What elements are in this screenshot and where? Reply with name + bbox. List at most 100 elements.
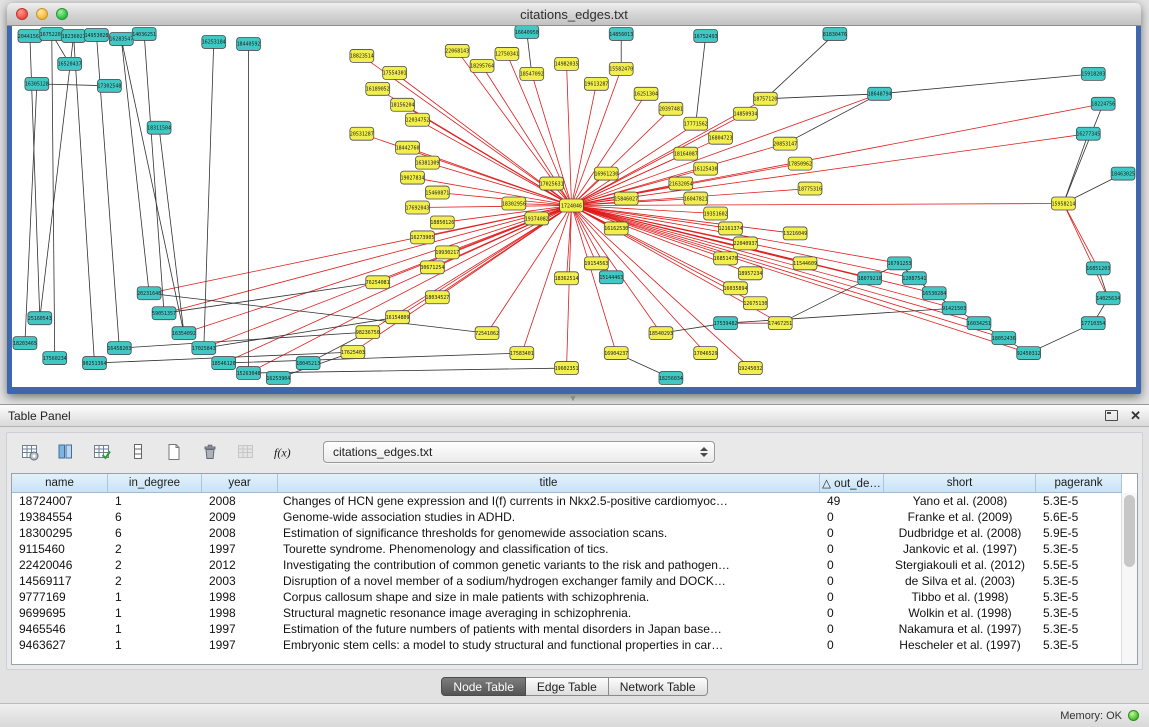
column-header-short[interactable]: short: [884, 474, 1036, 492]
close-panel-icon[interactable]: ✕: [1130, 409, 1141, 422]
new-column-button[interactable]: [161, 439, 187, 465]
column-header-pagerank[interactable]: pagerank: [1036, 474, 1122, 492]
function-builder-button[interactable]: f(x): [269, 439, 295, 465]
minimize-window-button[interactable]: [36, 8, 48, 20]
graph-edge[interactable]: [572, 134, 1089, 206]
graph-edge[interactable]: [765, 94, 879, 99]
window-titlebar[interactable]: citations_edges.txt: [7, 3, 1141, 26]
cell-title: Structural magnetic resonance image aver…: [278, 605, 820, 621]
close-window-button[interactable]: [16, 8, 28, 20]
cell-out_degree: 0: [820, 605, 884, 621]
table-row[interactable]: 1872400712008Changes of HCN gene express…: [12, 493, 1122, 509]
table-row[interactable]: 977716911998Corpus callosum shape and si…: [12, 589, 1122, 605]
tab-node-table[interactable]: Node Table: [441, 677, 526, 696]
table-row[interactable]: 2242004622012Investigating the contribut…: [12, 557, 1122, 573]
window-controls: [16, 8, 68, 20]
graph-edge[interactable]: [726, 308, 955, 323]
graph-node-label: 17025631: [540, 181, 564, 187]
graph-edge[interactable]: [567, 64, 572, 206]
graph-edge[interactable]: [164, 282, 378, 313]
graph-edge[interactable]: [1063, 204, 1098, 269]
cell-year: 2003: [202, 573, 278, 589]
column-header-in_degree[interactable]: in_degree: [108, 474, 202, 492]
graph-edge[interactable]: [224, 353, 522, 363]
graph-edge[interactable]: [121, 39, 149, 293]
graph-node-label: 20397481: [659, 107, 683, 113]
network-view[interactable]: 1724046188235141755430116189052181562041…: [12, 26, 1136, 387]
graph-node-label: 19245032: [738, 366, 762, 372]
edit-columns-button[interactable]: [89, 439, 115, 465]
row-height-button[interactable]: [125, 439, 151, 465]
graph-node-label: 19930217: [435, 250, 459, 256]
graph-edge[interactable]: [144, 34, 164, 313]
table-row[interactable]: 911546021997Tourette syndrome. Phenomeno…: [12, 541, 1122, 557]
table-selector-dropdown[interactable]: citations_edges.txt: [323, 441, 715, 463]
graph-edge[interactable]: [572, 104, 1104, 206]
graph-node-label: 18957234: [738, 271, 762, 277]
graph-edge[interactable]: [567, 206, 572, 369]
graph-edge[interactable]: [1063, 204, 1108, 299]
cell-in_degree: 2: [108, 541, 202, 557]
graph-edge[interactable]: [119, 332, 367, 348]
tab-edge-table[interactable]: Edge Table: [526, 677, 609, 696]
column-header-out_degree[interactable]: △ out_de…: [820, 474, 884, 492]
column-header-year[interactable]: year: [202, 474, 278, 492]
graph-edge[interactable]: [1063, 104, 1103, 204]
graph-node-label: 18442760: [396, 145, 420, 151]
show-columns-button[interactable]: [53, 439, 79, 465]
graph-node-label: 90251364: [83, 361, 107, 367]
graph-edge[interactable]: [149, 206, 571, 294]
table-row[interactable]: 946554611997Estimation of the future num…: [12, 621, 1122, 637]
delete-column-button[interactable]: [197, 439, 223, 465]
graph-node-label: 18156204: [391, 103, 415, 109]
cell-out_degree: 0: [820, 637, 884, 653]
graph-edge[interactable]: [25, 84, 37, 343]
graph-edge[interactable]: [159, 128, 184, 333]
graph-edge[interactable]: [164, 206, 571, 314]
graph-edge[interactable]: [696, 36, 706, 124]
column-header-name[interactable]: name: [12, 474, 108, 492]
table-row[interactable]: 946362711997Embryonic stem cells: a mode…: [12, 637, 1122, 653]
cell-short: Yano et al. (2008): [884, 493, 1036, 509]
graph-node-label: 25160543: [28, 316, 52, 322]
graph-edge[interactable]: [572, 114, 746, 206]
scrollbar-thumb[interactable]: [1124, 495, 1135, 567]
column-header-title[interactable]: title: [278, 474, 820, 492]
graph-edge[interactable]: [880, 74, 1094, 94]
graph-node-label: 18302956: [502, 201, 526, 207]
table-row[interactable]: 1938455462009Genome-wide association stu…: [12, 509, 1122, 525]
graph-edge[interactable]: [184, 206, 572, 334]
graph-edge[interactable]: [572, 206, 726, 259]
table-mode-button[interactable]: [17, 439, 43, 465]
graph-edge[interactable]: [249, 368, 567, 373]
cell-out_degree: 0: [820, 525, 884, 541]
graph-edge[interactable]: [785, 94, 879, 144]
graph-edge[interactable]: [765, 34, 835, 99]
float-panel-icon[interactable]: [1105, 410, 1118, 421]
table-row[interactable]: 1830029562008Estimation of significance …: [12, 525, 1122, 541]
graph-node-label: 16154809: [386, 315, 410, 321]
graph-edge[interactable]: [572, 206, 597, 264]
panel-collapse-handle[interactable]: ▼: [563, 394, 583, 403]
graph-edge[interactable]: [572, 206, 979, 324]
import-table-button[interactable]: [233, 439, 259, 465]
tab-network-table[interactable]: Network Table: [609, 677, 708, 696]
graph-node-label: 18256034: [659, 376, 683, 382]
graph-edge[interactable]: [572, 94, 880, 206]
table-row[interactable]: 969969511998Structural magnetic resonanc…: [12, 605, 1122, 621]
graph-edge[interactable]: [417, 206, 571, 208]
graph-node-label: 18757120: [753, 97, 777, 103]
zoom-window-button[interactable]: [56, 8, 68, 20]
graph-node-label: 15263048: [237, 371, 261, 377]
graph-edge[interactable]: [572, 206, 706, 354]
graph-edge[interactable]: [572, 204, 1064, 206]
graph-edge[interactable]: [204, 42, 214, 348]
network-canvas[interactable]: 1724046188235141755430116189052181562041…: [12, 26, 1136, 387]
table-scrollbar[interactable]: [1121, 493, 1137, 664]
graph-node-label: 16047821: [684, 196, 708, 202]
cell-title: Investigating the contribution of common…: [278, 557, 820, 573]
table-row[interactable]: 1456911722003Disruption of a novel membe…: [12, 573, 1122, 589]
graph-node-label: 18164087: [674, 151, 698, 157]
graph-node-label: 16458203: [107, 346, 131, 352]
cell-name: 9115460: [12, 541, 108, 557]
